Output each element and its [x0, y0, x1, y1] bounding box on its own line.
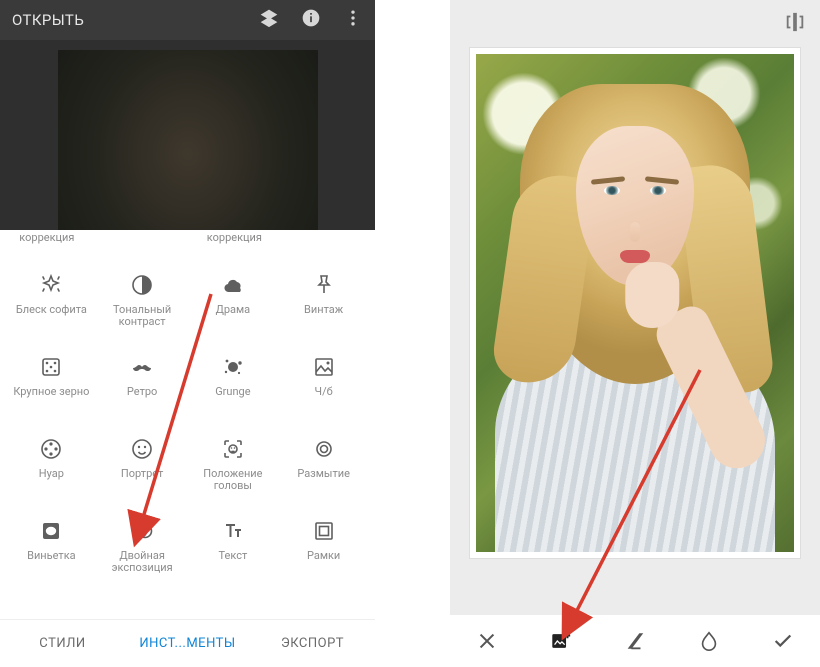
tool-label: Портрет [121, 468, 163, 480]
open-button[interactable]: ОТКРЫТЬ [12, 11, 259, 29]
tool-label: Рамки [307, 550, 340, 562]
top-app-bar: ОТКРЫТЬ [0, 0, 375, 40]
left-panel: ОТКРЫТЬ коррекция коррекция Блеск софита [0, 0, 375, 667]
tool-label: Крупное зерно [13, 386, 89, 398]
right-top-bar [450, 0, 820, 48]
tool-double-exposure[interactable]: Двойная экспозиция [97, 518, 188, 600]
sparkle-icon [38, 272, 64, 298]
vignette-icon [38, 518, 64, 544]
tool-label: Двойная экспозиция [103, 550, 181, 574]
tool-label: Положение головы [194, 468, 272, 492]
tool-label: Текст [218, 550, 247, 562]
blend-mode-button[interactable] [611, 617, 659, 665]
blur-circle-icon [311, 436, 337, 462]
double-circle-icon [129, 518, 155, 544]
opacity-button[interactable] [685, 617, 733, 665]
tool-label: Grunge [215, 386, 250, 398]
tool-vignette[interactable]: Виньетка [6, 518, 97, 600]
tool-tonal-contrast[interactable]: Тональный контраст [97, 272, 188, 354]
tool-grunge[interactable]: Grunge [188, 354, 279, 436]
apply-button[interactable] [759, 617, 807, 665]
tool-portrait[interactable]: Портрет [97, 436, 188, 518]
tool-black-white[interactable]: Ч/б [278, 354, 369, 436]
tool-label: Виньетка [27, 550, 76, 562]
edit-toolbar [450, 615, 820, 667]
tool-drama[interactable]: Драма [188, 272, 279, 354]
tool-label: Драма [216, 304, 251, 316]
splatter-icon [220, 354, 246, 380]
text-icon [220, 518, 246, 544]
focus-face-icon [220, 436, 246, 462]
preview-image-dimmed [0, 40, 375, 230]
tool-text[interactable]: Текст [188, 518, 279, 600]
tool-label: Ретро [127, 386, 157, 398]
peek-label: коррекция [7, 232, 87, 244]
tool-label: Нуар [39, 468, 64, 480]
mustache-icon [129, 354, 155, 380]
canvas [450, 48, 820, 615]
tool-head-pose[interactable]: Положение головы [188, 436, 279, 518]
half-circle-icon [129, 272, 155, 298]
tool-glamour-glow[interactable]: Блеск софита [6, 272, 97, 354]
dice-icon [38, 354, 64, 380]
top-bar-actions [259, 8, 363, 32]
tab-styles[interactable]: СТИЛИ [0, 620, 125, 667]
tools-grid: Блеск софита Тональный контраст Драма Ви… [0, 264, 375, 619]
layers-icon[interactable] [259, 8, 279, 32]
tool-lens-blur[interactable]: Размытие [278, 436, 369, 518]
compare-icon[interactable] [784, 11, 806, 37]
pin-icon [311, 272, 337, 298]
tool-noir[interactable]: Нуар [6, 436, 97, 518]
tool-row-peek: коррекция коррекция [0, 230, 375, 264]
tool-label: Блеск софита [16, 304, 87, 316]
tool-label: Ч/б [315, 386, 333, 398]
cancel-button[interactable] [463, 617, 511, 665]
frame-icon [311, 518, 337, 544]
photo-preview[interactable] [470, 48, 800, 558]
tab-tools[interactable]: ИНСТ...МЕНТЫ [125, 620, 250, 667]
landscape-icon [311, 354, 337, 380]
add-image-button[interactable] [537, 617, 585, 665]
cloud-icon [220, 272, 246, 298]
bottom-tabs: СТИЛИ ИНСТ...МЕНТЫ ЭКСПОРТ [0, 619, 375, 667]
tab-export[interactable]: ЭКСПОРТ [250, 620, 375, 667]
face-icon [129, 436, 155, 462]
info-icon[interactable] [301, 8, 321, 32]
tool-label: Тональный контраст [103, 304, 181, 328]
panel-gap [375, 0, 450, 667]
tool-grainy-film[interactable]: Крупное зерно [6, 354, 97, 436]
tool-vintage[interactable]: Винтаж [278, 272, 369, 354]
tool-label: Винтаж [304, 304, 343, 316]
peek-label: коррекция [194, 232, 274, 244]
overflow-menu-icon[interactable] [343, 8, 363, 32]
tool-frames[interactable]: Рамки [278, 518, 369, 600]
tool-label: Размытие [297, 468, 350, 480]
film-reel-icon [38, 436, 64, 462]
tool-retrolux[interactable]: Ретро [97, 354, 188, 436]
right-panel [450, 0, 820, 667]
